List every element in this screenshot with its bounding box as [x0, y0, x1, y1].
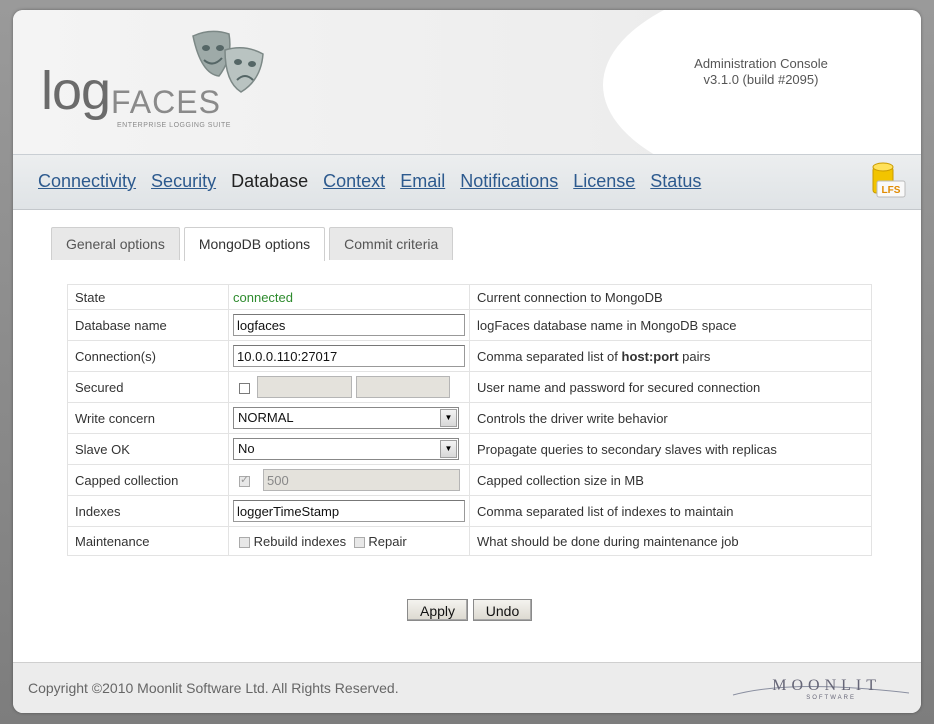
- lfs-database-icon[interactable]: LFS: [869, 161, 907, 201]
- console-title: Administration Console: [694, 56, 828, 71]
- logo-subtitle: ENTERPRISE LOGGING SUITE: [117, 122, 231, 129]
- state-value: connected: [233, 289, 293, 305]
- nav-security[interactable]: Security: [151, 171, 216, 192]
- connections-desc-bold: host:port: [621, 348, 679, 364]
- table-row: Secured User name and password for secur…: [67, 371, 872, 403]
- table-row: Write concern NORMAL ▼ Controls the driv…: [67, 402, 872, 434]
- repair-label: Repair: [368, 533, 407, 549]
- db-name-desc: logFaces database name in MongoDB space: [469, 309, 872, 341]
- table-row: State connected Current connection to Mo…: [67, 284, 872, 310]
- indexes-desc: Comma separated list of indexes to maint…: [469, 495, 872, 527]
- connections-desc: Comma separated list of host:port pairs: [469, 340, 872, 372]
- logo-log-text: log: [41, 61, 111, 121]
- write-concern-desc: Controls the driver write behavior: [469, 402, 872, 434]
- slave-ok-desc: Propagate queries to secondary slaves wi…: [469, 433, 872, 465]
- capped-label: Capped collection: [67, 464, 229, 496]
- moonlit-name: MOONLIT: [772, 677, 881, 694]
- header: log FACES ENTERPRISE LOGGING SUITE Admin…: [13, 10, 921, 154]
- table-row: Database name logFaces database name in …: [67, 309, 872, 341]
- nav-connectivity[interactable]: Connectivity: [38, 171, 136, 192]
- db-name-input[interactable]: [233, 314, 465, 336]
- table-row: Maintenance Rebuild indexes Repair What …: [67, 526, 872, 556]
- secured-desc: User name and password for secured conne…: [469, 371, 872, 403]
- capped-desc: Capped collection size in MB: [469, 464, 872, 496]
- chevron-down-icon[interactable]: ▼: [440, 409, 457, 427]
- footer: Copyright ©2010 Moonlit Software Ltd. Al…: [13, 662, 921, 713]
- copyright-text: Copyright ©2010 Moonlit Software Ltd. Al…: [28, 680, 399, 696]
- mongodb-options-table: State connected Current connection to Mo…: [67, 284, 872, 556]
- moonlit-sub: SOFTWARE: [806, 695, 856, 701]
- indexes-label: Indexes: [67, 495, 229, 527]
- nav-status[interactable]: Status: [650, 171, 701, 192]
- nav-license[interactable]: License: [573, 171, 635, 192]
- nav-notifications[interactable]: Notifications: [460, 171, 558, 192]
- nav-database[interactable]: Database: [231, 171, 308, 192]
- moonlit-logo: MOONLIT SOFTWARE: [731, 673, 911, 703]
- table-row: Capped collection Capped collection size…: [67, 464, 872, 496]
- tab-commit-criteria[interactable]: Commit criteria: [329, 227, 454, 260]
- slave-ok-select[interactable]: No ▼: [233, 438, 459, 460]
- capped-size-input[interactable]: [263, 469, 460, 491]
- indexes-input[interactable]: [233, 500, 465, 522]
- lfs-icon-label: LFS: [882, 185, 901, 196]
- console-window: log FACES ENTERPRISE LOGGING SUITE Admin…: [13, 10, 921, 713]
- main-nav: Connectivity Security Database Context E…: [13, 154, 921, 210]
- chevron-down-icon[interactable]: ▼: [440, 440, 457, 458]
- secured-checkbox[interactable]: [239, 382, 250, 394]
- slave-ok-label: Slave OK: [67, 433, 229, 465]
- nav-email[interactable]: Email: [400, 171, 445, 192]
- table-row: Indexes Comma separated list of indexes …: [67, 495, 872, 527]
- connections-desc-pre: Comma separated list of: [477, 348, 622, 364]
- secured-username-input[interactable]: [257, 376, 352, 398]
- repair-checkbox[interactable]: [353, 536, 365, 548]
- maintenance-label: Maintenance: [67, 526, 229, 556]
- capped-checkbox[interactable]: [239, 473, 250, 487]
- undo-button[interactable]: Undo: [473, 599, 532, 621]
- secured-label: Secured: [67, 371, 229, 403]
- nav-items: Connectivity Security Database Context E…: [38, 171, 701, 192]
- connections-label: Connection(s): [67, 340, 229, 372]
- version-label: v3.1.0 (build #2095): [703, 72, 819, 87]
- slave-ok-value: No: [238, 441, 255, 456]
- table-row: Connection(s) Comma separated list of ho…: [67, 340, 872, 372]
- apply-button[interactable]: Apply: [407, 599, 468, 621]
- write-concern-value: NORMAL: [238, 410, 294, 425]
- rebuild-indexes-label: Rebuild indexes: [253, 533, 347, 549]
- connections-input[interactable]: [233, 345, 465, 367]
- console-info: Administration Console v3.1.0 (build #20…: [661, 56, 861, 88]
- state-desc: Current connection to MongoDB: [469, 284, 872, 310]
- theater-masks-icon: [192, 30, 264, 93]
- write-concern-select[interactable]: NORMAL ▼: [233, 407, 459, 429]
- tab-mongodb-options[interactable]: MongoDB options: [183, 227, 326, 261]
- nav-context[interactable]: Context: [323, 171, 385, 192]
- rebuild-indexes-checkbox[interactable]: [239, 536, 250, 548]
- connections-desc-post: pairs: [678, 348, 711, 364]
- tab-general-options[interactable]: General options: [51, 227, 180, 260]
- state-label: State: [67, 284, 229, 310]
- db-name-label: Database name: [67, 309, 229, 341]
- maintenance-desc: What should be done during maintenance j…: [469, 526, 872, 556]
- write-concern-label: Write concern: [67, 402, 229, 434]
- secured-password-input[interactable]: [356, 376, 450, 398]
- table-row: Slave OK No ▼ Propagate queries to secon…: [67, 433, 872, 465]
- options-tabs: General options MongoDB options Commit c…: [51, 227, 454, 261]
